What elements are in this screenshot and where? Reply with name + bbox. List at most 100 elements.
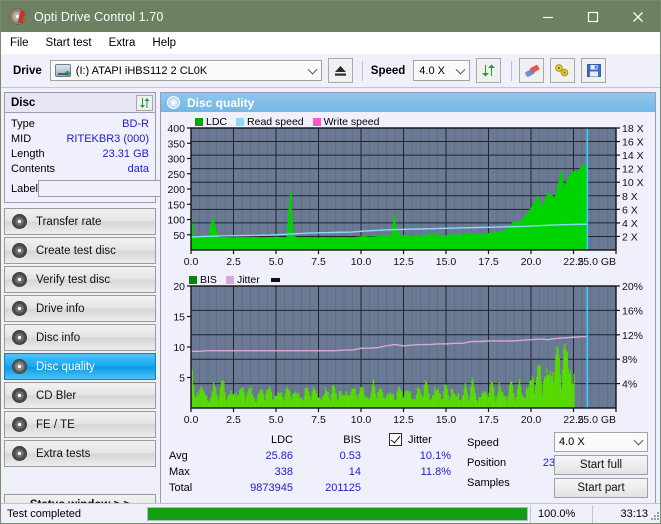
menu-item-help[interactable]: Help [152, 35, 185, 51]
svg-text:7.5: 7.5 [311, 414, 326, 426]
stats-row-label-max: Max [169, 466, 190, 478]
svg-text:150: 150 [167, 199, 185, 211]
test-speed-select[interactable]: 4.0 X [554, 432, 648, 452]
disc-icon [12, 243, 27, 258]
progress-bar-fill [148, 507, 527, 520]
left-spacer [4, 469, 156, 494]
speed-select-value: 4.0 X [419, 64, 445, 77]
refresh-button[interactable] [476, 58, 502, 83]
status-text: Test completed [7, 507, 81, 520]
sidebar-item-drive-info[interactable]: Drive info [4, 295, 156, 322]
sidebar-item-cd-bler[interactable]: CD Bler [4, 382, 156, 409]
sidebar-item-transfer-rate[interactable]: Transfer rate [4, 208, 156, 235]
svg-text:16 X: 16 X [622, 137, 644, 149]
sidebar-item-label: Transfer rate [36, 215, 102, 228]
svg-text:14 X: 14 X [622, 150, 644, 162]
progress-bar [147, 506, 528, 521]
ldc-chart-canvas: 501001502002503003504002 X4 X6 X8 X10 X1… [167, 123, 644, 268]
legend-item-jitter: Jitter [225, 274, 260, 286]
jitter-checkbox-row: Jitter [389, 433, 432, 446]
resize-grip-icon[interactable] [649, 510, 660, 521]
stats-speed-label: Speed [467, 437, 499, 449]
application-window: Opti Drive Control 1.70 File Start test … [0, 0, 661, 524]
stats-row-label-avg: Avg [169, 450, 188, 462]
svg-text:2.5: 2.5 [226, 414, 241, 426]
right-panel: Disc quality LDC Read speed Write speed … [160, 92, 656, 518]
sidebar-item-label: Drive info [36, 302, 85, 315]
bis-chart-canvas: 5 10 15 20 4% 8% 12% 16% 20% 0.0 2.5 5.0 7.5 10.0 12.5… [173, 281, 643, 426]
svg-text:12 X: 12 X [622, 164, 644, 176]
save-button[interactable] [581, 58, 607, 83]
sidebar-item-disc-info[interactable]: Disc info [4, 324, 156, 351]
svg-text:5: 5 [179, 373, 185, 385]
svg-text:7.5: 7.5 [311, 256, 326, 268]
drive-label: Drive [13, 64, 42, 77]
stats-row-label-total: Total [169, 482, 193, 494]
chevron-down-icon [633, 435, 644, 446]
menu-item-start-test[interactable]: Start test [46, 35, 101, 51]
speed-label: Speed [370, 64, 406, 77]
maximize-icon[interactable] [570, 1, 615, 32]
stats-row-total: Total 9873945 201125 [169, 480, 451, 496]
chevron-down-icon [307, 64, 318, 75]
svg-text:8%: 8% [622, 354, 637, 366]
disc-row-mid-key: MID [11, 132, 32, 145]
sidebar-item-verify-test-disc[interactable]: Verify test disc [4, 266, 156, 293]
start-part-button[interactable]: Start part [554, 478, 648, 498]
eject-button[interactable] [327, 58, 353, 83]
disc-row-mid-value: RITEKBR3 (000) [66, 132, 149, 145]
menu-item-extra[interactable]: Extra [109, 35, 145, 51]
wrench-button[interactable] [550, 58, 576, 83]
legend-item-write-speed: Write speed [312, 116, 380, 128]
toolbar-divider-2 [511, 60, 513, 81]
legend-swatch-extra [270, 278, 280, 282]
jitter-label: Jitter [408, 433, 432, 446]
start-full-button[interactable]: Start full [554, 455, 648, 475]
legend-label-read-speed: Read speed [247, 116, 304, 128]
svg-text:25.0 GB: 25.0 GB [577, 256, 616, 268]
legend-label-write-speed: Write speed [323, 116, 380, 128]
charts-container: LDC Read speed Write speed 50 100 150 200 25… [161, 112, 655, 430]
stats-col-header-ldc: LDC [270, 434, 293, 446]
stats-jitter-avg: 10.1% [419, 450, 451, 462]
svg-text:20.0: 20.0 [521, 414, 542, 426]
disc-icon [12, 330, 27, 345]
sidebar-item-create-test-disc[interactable]: Create test disc [4, 237, 156, 264]
menu-item-file[interactable]: File [10, 35, 38, 51]
disc-row-length-key: Length [11, 147, 45, 160]
disc-icon [12, 272, 27, 287]
sidebar-item-disc-quality[interactable]: Disc quality [4, 353, 156, 380]
close-icon[interactable] [615, 1, 660, 32]
jitter-checkbox[interactable] [389, 433, 402, 446]
drive-select[interactable]: (I:) ATAPI iHBS112 2 CL0K [49, 60, 322, 81]
drive-select-value: (I:) ATAPI iHBS112 2 CL0K [75, 64, 208, 77]
disc-row-length-value: 23.31 GB [102, 147, 149, 160]
svg-text:10 X: 10 X [622, 177, 644, 189]
svg-text:18 X: 18 X [622, 123, 644, 135]
nav-list: Transfer rate Create test disc Verify te… [4, 208, 156, 469]
eraser-button[interactable] [519, 58, 545, 83]
ldc-chart-legend: LDC Read speed Write speed [195, 116, 385, 128]
sidebar-item-label: Verify test disc [36, 273, 111, 286]
svg-text:200: 200 [167, 184, 185, 196]
sidebar-item-extra-tests[interactable]: Extra tests [4, 440, 156, 467]
svg-text:20.0: 20.0 [521, 256, 542, 268]
disc-icon [12, 446, 27, 461]
drive-icon [54, 64, 71, 77]
disc-row-type-value: BD-R [122, 117, 149, 130]
bis-jitter-chart: BIS Jitter 5 10 15 20 4% 8% 12% 16% 20% 0.0 2.5 5.0… [161, 272, 655, 430]
bis-chart-legend: BIS Jitter [189, 274, 280, 286]
speed-select[interactable]: 4.0 X [413, 60, 471, 81]
disc-row-contents-value: data [127, 162, 149, 175]
minimize-icon[interactable] [525, 1, 570, 32]
legend-swatch-ldc [195, 118, 203, 126]
stats-row-avg: Avg 25.86 0.53 10.1% [169, 448, 451, 464]
disc-refresh-button[interactable] [136, 94, 153, 111]
disc-row-type: Type BD-R [11, 116, 149, 131]
sidebar-item-fe-te[interactable]: FE / TE [4, 411, 156, 438]
sidebar-item-label: Disc quality [36, 360, 95, 373]
stats-samples-label: Samples [467, 477, 510, 489]
window-title: Opti Drive Control 1.70 [34, 9, 164, 24]
svg-text:17.5: 17.5 [478, 414, 499, 426]
svg-text:12.5: 12.5 [393, 414, 414, 426]
